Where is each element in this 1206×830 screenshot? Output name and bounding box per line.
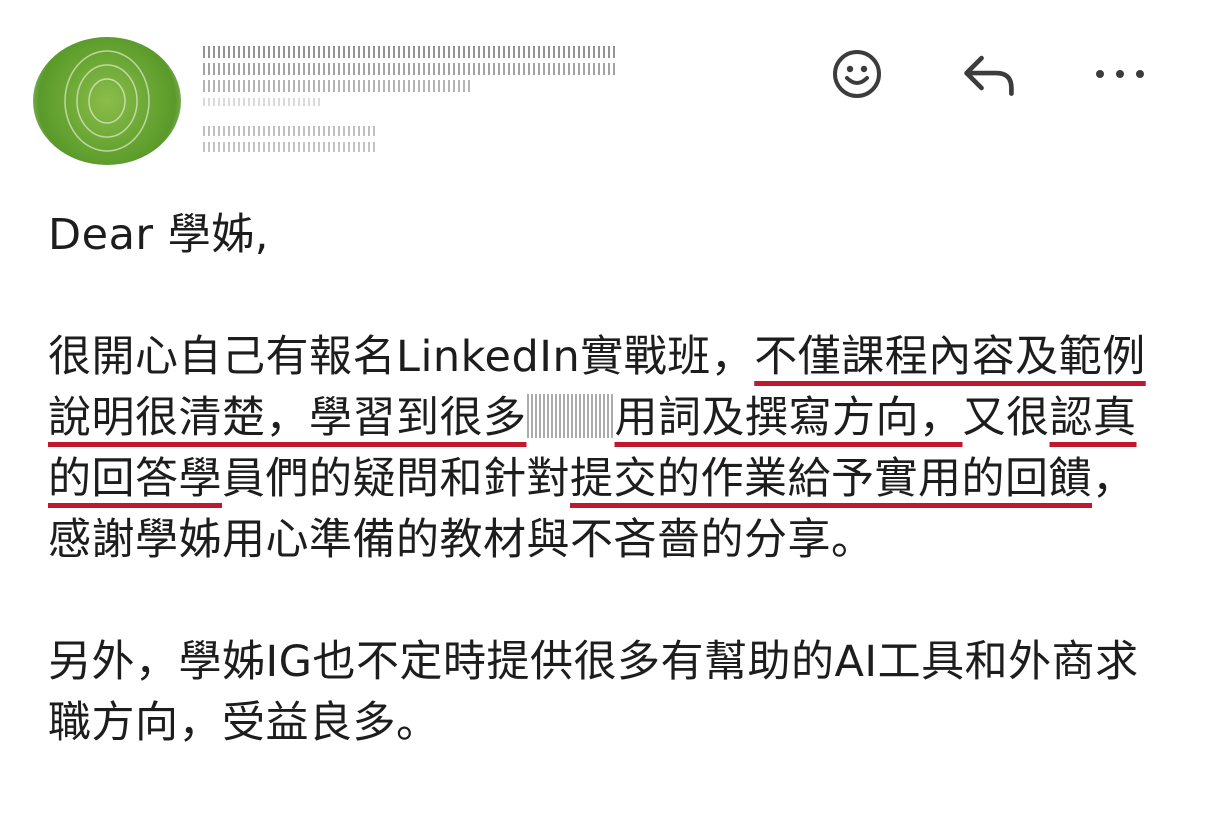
smiley-icon: [833, 50, 881, 98]
message-paragraph-1: 很開心自己有報名LinkedIn實戰班，不僅課程內容及範例說明很清楚，學習到很多…: [48, 327, 1168, 571]
sender-detail-redacted: [203, 98, 323, 106]
text-segment: 又很: [962, 393, 1050, 443]
sender-detail-redacted: [203, 80, 473, 92]
more-options-button[interactable]: [1092, 46, 1148, 102]
email-header: [0, 0, 1206, 180]
text-segment: 很開心自己有報名LinkedIn實戰班，: [48, 332, 755, 382]
date-redacted: [203, 142, 378, 152]
highlighted-text: 用詞及撰寫方向，: [614, 393, 963, 443]
avatar-pattern-icon: [64, 50, 150, 152]
sender-email-redacted: [203, 63, 615, 75]
add-reaction-button[interactable]: [829, 46, 885, 102]
recipient-redacted: [203, 126, 378, 136]
greeting: Dear 學姊,: [48, 210, 269, 260]
reply-button[interactable]: [961, 46, 1017, 102]
sender-name-redacted: [203, 46, 615, 58]
redacted-text: [526, 394, 615, 438]
highlighted-text: 提交的作業給予實用的回饋: [570, 454, 1092, 504]
message-paragraph-2: 另外，學姊IG也不定時提供很多有幫助的AI工具和外商求職方向，受益良多。: [48, 637, 1139, 748]
sender-info-redacted: [203, 44, 615, 160]
more-icon: [1096, 70, 1144, 78]
sender-avatar[interactable]: [33, 37, 181, 165]
text-segment: 員們的疑問和針對: [222, 454, 570, 504]
reply-icon: [964, 55, 1014, 96]
message-body: Dear 學姊, 很開心自己有報名LinkedIn實戰班，不僅課程內容及範例說明…: [48, 205, 1168, 754]
